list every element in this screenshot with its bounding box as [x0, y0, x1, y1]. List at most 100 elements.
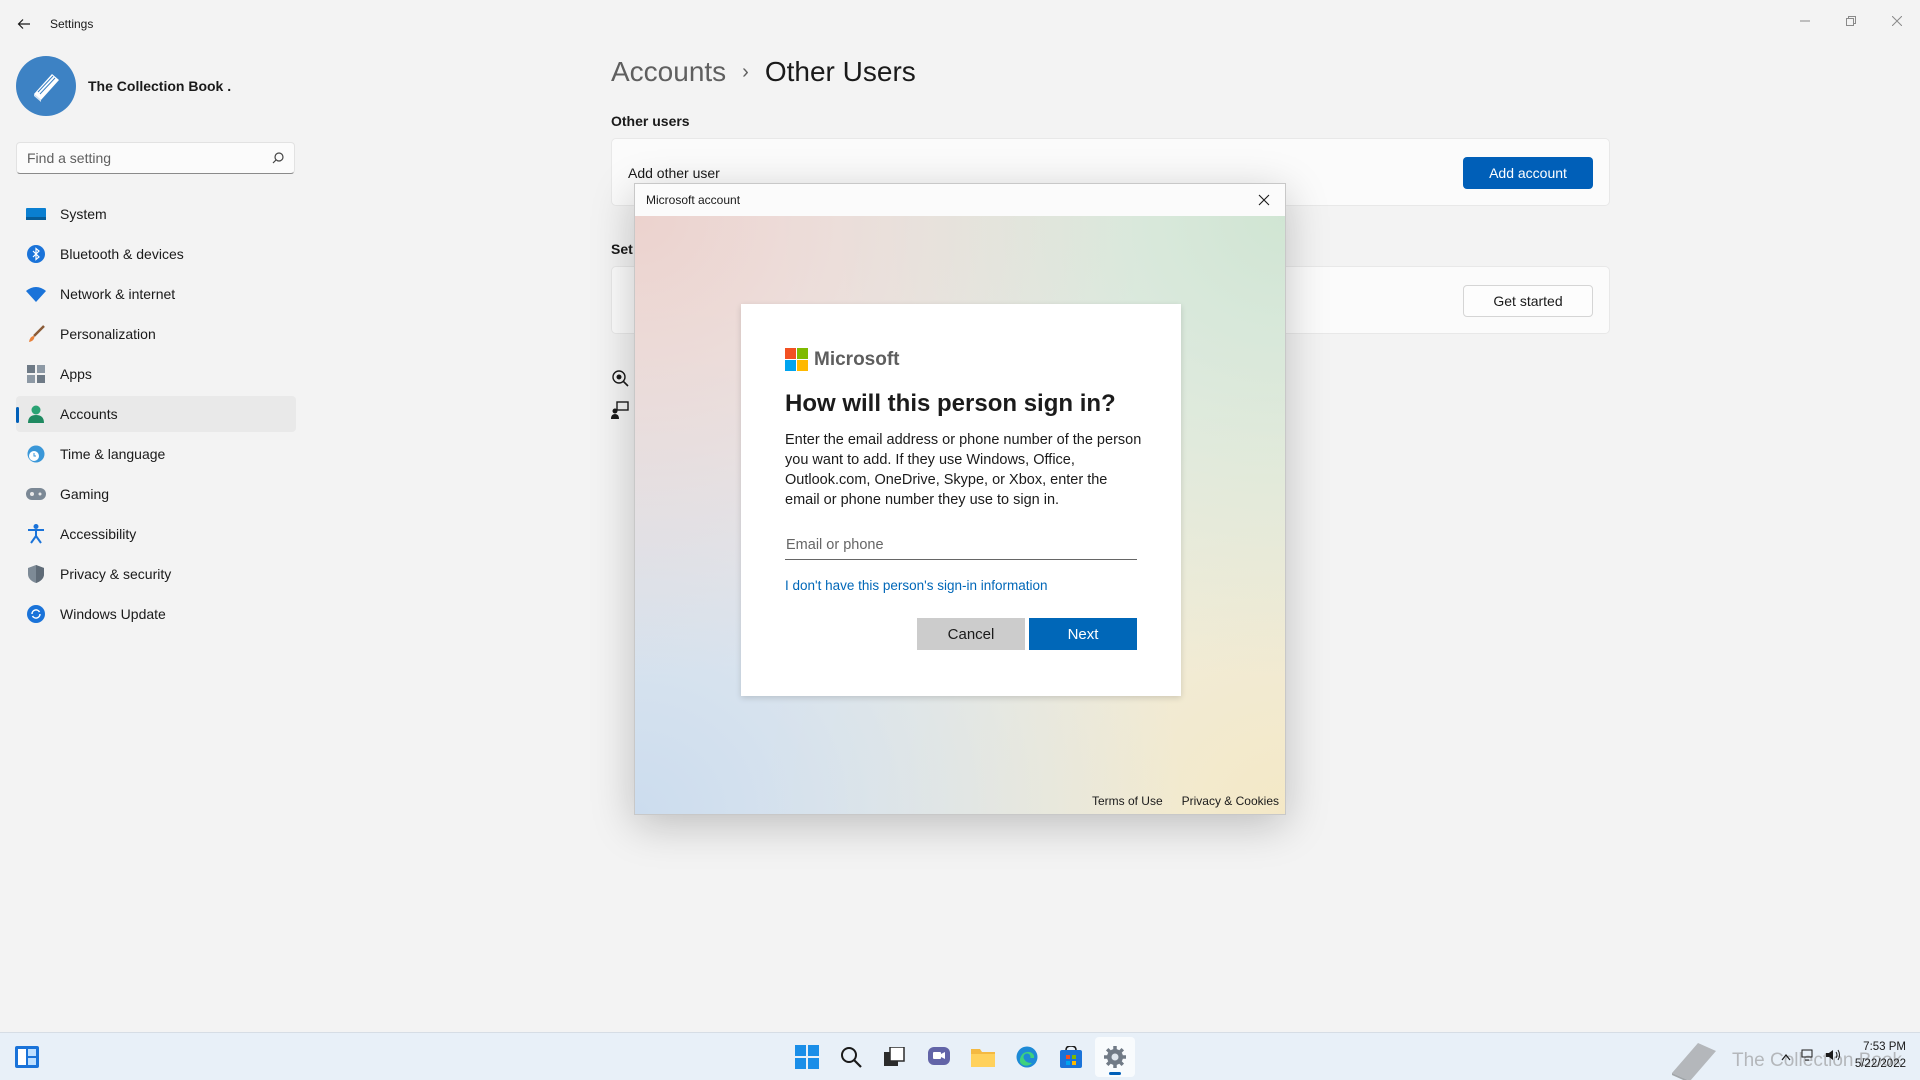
task-view-icon[interactable]: [875, 1037, 915, 1077]
title-bar: Settings: [0, 0, 1920, 48]
file-explorer-icon[interactable]: [963, 1037, 1003, 1077]
back-button[interactable]: [14, 14, 34, 34]
taskbar-apps: [787, 1037, 1139, 1077]
dialog-title-bar: Microsoft account: [635, 184, 1285, 216]
sidebar-item-label: Accounts: [60, 406, 118, 422]
back-arrow-icon: [17, 19, 30, 29]
page-title: Other Users: [764, 56, 916, 87]
chat-icon[interactable]: [919, 1037, 959, 1077]
dialog-body: Microsoft How will this person sign in? …: [635, 216, 1285, 814]
apps-icon: [26, 364, 46, 384]
microsoft-logo-icon: [785, 348, 808, 371]
sidebar-item-network[interactable]: Network & internet: [16, 276, 296, 312]
sidebar-item-label: System: [60, 206, 107, 222]
accessibility-icon: [26, 524, 46, 544]
bluetooth-icon: [26, 244, 46, 264]
profile-name: The Collection Book .: [88, 78, 232, 94]
sidebar-item-label: Privacy & security: [60, 566, 172, 582]
shield-icon: [26, 564, 46, 584]
sidebar-nav: System Bluetooth & devices Network & int…: [16, 196, 296, 636]
user-profile[interactable]: The Collection Book .: [16, 56, 231, 116]
sidebar-item-label: Accessibility: [60, 526, 137, 542]
minimize-button[interactable]: [1782, 6, 1828, 36]
sidebar-item-personalization[interactable]: Personalization: [16, 316, 296, 352]
sidebar-item-accessibility[interactable]: Accessibility: [16, 516, 296, 552]
dialog-title: Microsoft account: [646, 193, 741, 207]
breadcrumb-parent[interactable]: Accounts: [611, 56, 726, 88]
help-search-icon[interactable]: [611, 369, 629, 387]
breadcrumb: Accounts › Other Users: [611, 56, 916, 88]
sidebar-item-bluetooth[interactable]: Bluetooth & devices: [16, 236, 296, 272]
sidebar-item-system[interactable]: System: [16, 196, 296, 232]
close-icon: [1258, 194, 1270, 206]
dialog-footer: Terms of Use Privacy & Cookies: [1073, 794, 1279, 808]
sidebar-item-gaming[interactable]: Gaming: [16, 476, 296, 512]
sidebar-item-label: Windows Update: [60, 606, 166, 622]
sidebar-item-windows-update[interactable]: Windows Update: [16, 596, 296, 632]
sidebar-item-label: Time & language: [60, 446, 166, 462]
person-icon: [26, 404, 46, 424]
email-or-phone-input[interactable]: [785, 530, 1137, 560]
widgets-icon[interactable]: [14, 1045, 40, 1069]
sign-in-heading: How will this person sign in?: [785, 390, 1116, 417]
minimize-icon: [1800, 20, 1810, 22]
edge-icon[interactable]: [1007, 1037, 1047, 1077]
monitor-icon: [26, 204, 46, 224]
app-title: Settings: [50, 17, 94, 31]
settings-icon[interactable]: [1095, 1037, 1135, 1077]
dialog-close-button[interactable]: [1251, 188, 1277, 212]
avatar: [16, 56, 76, 116]
close-window-button[interactable]: [1874, 6, 1920, 36]
microsoft-wordmark: Microsoft: [814, 348, 900, 370]
microsoft-account-dialog: Microsoft account Microsoft How will thi…: [634, 183, 1286, 815]
globe-clock-icon: [26, 444, 46, 464]
gamepad-icon: [26, 484, 46, 504]
next-button[interactable]: Next: [1029, 618, 1137, 650]
sidebar-item-label: Apps: [60, 366, 92, 382]
cancel-button[interactable]: Cancel: [917, 618, 1025, 650]
brush-icon: [26, 324, 46, 344]
sidebar-item-label: Personalization: [60, 326, 156, 342]
microsoft-logo: Microsoft: [785, 348, 900, 371]
network-icon[interactable]: [1801, 1049, 1815, 1064]
book-icon: [1672, 1043, 1716, 1080]
sidebar-item-label: Gaming: [60, 486, 110, 502]
sidebar-item-time-language[interactable]: Time & language: [16, 436, 296, 472]
feedback-icon[interactable]: [611, 401, 629, 419]
add-account-button[interactable]: Add account: [1463, 157, 1593, 189]
settings-search[interactable]: [16, 142, 295, 174]
sidebar-item-apps[interactable]: Apps: [16, 356, 296, 392]
no-sign-in-info-link[interactable]: I don't have this person's sign-in infor…: [785, 578, 1048, 593]
clock-date: 5/22/2022: [1854, 1058, 1906, 1070]
sign-in-card: Microsoft How will this person sign in? …: [741, 304, 1181, 696]
clock[interactable]: 7:53 PM 5/22/2022: [1855, 1039, 1906, 1073]
sidebar-item-privacy[interactable]: Privacy & security: [16, 556, 296, 592]
book-icon: [34, 74, 59, 102]
volume-icon[interactable]: [1825, 1049, 1841, 1064]
search-input[interactable]: [17, 150, 262, 166]
taskbar: The Collection Book 7:53 PM 5/22/2022: [0, 1032, 1920, 1080]
update-icon: [26, 604, 46, 624]
clock-time: 7:53 PM: [1863, 1041, 1906, 1053]
chevron-right-icon: ›: [742, 60, 749, 83]
close-icon: [1892, 16, 1902, 26]
sidebar-item-accounts[interactable]: Accounts: [16, 396, 296, 432]
get-started-button[interactable]: Get started: [1463, 285, 1593, 317]
store-icon[interactable]: [1051, 1037, 1091, 1077]
tray-icons: [1771, 1049, 1841, 1064]
section-title-other-users: Other users: [611, 113, 690, 129]
privacy-cookies-link[interactable]: Privacy & Cookies: [1182, 794, 1279, 808]
chevron-up-icon[interactable]: [1781, 1049, 1791, 1064]
add-other-user-label: Add other user: [628, 165, 720, 181]
sidebar-item-label: Bluetooth & devices: [60, 246, 184, 262]
restore-button[interactable]: [1828, 6, 1874, 36]
search-icon[interactable]: [262, 152, 294, 164]
start-icon[interactable]: [787, 1037, 827, 1077]
search-icon[interactable]: [831, 1037, 871, 1077]
sidebar-item-label: Network & internet: [60, 286, 176, 302]
system-tray: 7:53 PM 5/22/2022: [1771, 1039, 1906, 1073]
sign-in-description: Enter the email address or phone number …: [785, 432, 1142, 508]
terms-of-use-link[interactable]: Terms of Use: [1092, 794, 1163, 808]
restore-icon: [1846, 16, 1856, 26]
section-title-partial: Set: [611, 241, 633, 257]
